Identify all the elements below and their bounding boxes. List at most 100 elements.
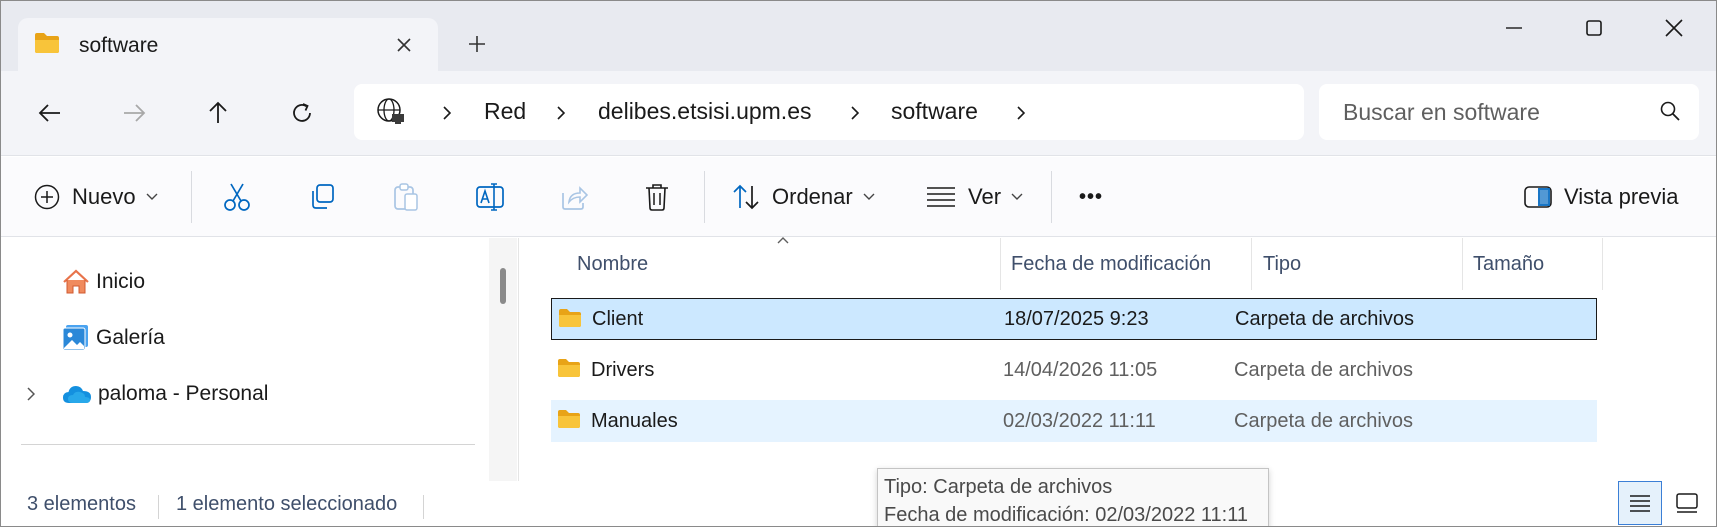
search-icon[interactable]	[1659, 100, 1681, 122]
file-name: Manuales	[591, 409, 678, 432]
refresh-button[interactable]	[280, 91, 324, 135]
home-icon	[62, 269, 90, 295]
command-bar: Nuevo Ordenar Ver ••• Vista previa	[1, 157, 1716, 237]
view-label: Ver	[968, 184, 1002, 209]
column-separator[interactable]	[1602, 238, 1603, 290]
breadcrumb-host[interactable]: delibes.etsisi.upm.es	[598, 98, 812, 125]
navigation-pane: Inicio Galería paloma - Personal	[1, 238, 518, 481]
minimize-button[interactable]	[1484, 7, 1544, 49]
file-type: Carpeta de archivos	[1234, 409, 1413, 432]
file-date: 02/03/2022 11:11	[1003, 409, 1156, 432]
sidebar-item-galeria[interactable]: Galería	[1, 316, 481, 360]
paste-button[interactable]	[392, 177, 420, 217]
sidebar-item-onedrive[interactable]: paloma - Personal	[1, 372, 481, 416]
table-row[interactable]: Client 18/07/2025 9:23 Carpeta de archiv…	[551, 298, 1597, 340]
file-date: 14/04/2026 11:05	[1003, 358, 1158, 381]
rename-button[interactable]	[475, 177, 505, 217]
breadcrumb-software[interactable]: software	[891, 98, 978, 125]
sidebar-item-inicio[interactable]: Inicio	[1, 260, 481, 304]
preview-pane-button[interactable]: Vista previa	[1524, 177, 1679, 217]
close-tab-icon[interactable]	[389, 30, 419, 60]
column-separator[interactable]	[1000, 238, 1001, 290]
network-icon	[376, 97, 406, 127]
folder-icon	[558, 308, 582, 328]
title-bar: software	[1, 1, 1716, 72]
forward-button[interactable]	[112, 91, 156, 135]
command-divider	[191, 171, 192, 223]
chevron-right-icon[interactable]	[846, 103, 864, 123]
status-divider	[158, 495, 159, 519]
column-header-size[interactable]: Tamaño	[1473, 238, 1544, 290]
chevron-right-icon[interactable]	[438, 103, 456, 123]
address-bar[interactable]: Red delibes.etsisi.upm.es software	[354, 84, 1304, 140]
file-name: Drivers	[591, 358, 655, 381]
more-label: •••	[1079, 185, 1104, 208]
navigation-bar: Red delibes.etsisi.upm.es software	[1, 71, 1716, 156]
folder-icon	[557, 358, 581, 378]
file-tooltip: Tipo: Carpeta de archivos Fecha de modif…	[877, 468, 1269, 526]
chevron-down-icon	[1011, 193, 1023, 201]
trash-icon	[644, 182, 670, 212]
gallery-icon	[62, 324, 90, 352]
column-header-date[interactable]: Fecha de modificación	[1011, 238, 1211, 290]
file-explorer-window: software Red delibes.etsisi.upm.es softw…	[0, 0, 1717, 527]
status-bar: 3 elementos 1 elemento seleccionado	[1, 481, 1716, 526]
details-view-button[interactable]	[1618, 481, 1662, 525]
sort-arrows-icon	[732, 184, 760, 210]
tiles-view-button[interactable]	[1665, 481, 1709, 525]
breadcrumb-red[interactable]: Red	[484, 98, 526, 125]
preview-label: Vista previa	[1564, 184, 1679, 209]
share-button[interactable]	[560, 177, 588, 217]
plus-circle-icon	[34, 184, 60, 210]
rename-icon	[475, 182, 505, 212]
new-tab-button[interactable]	[462, 29, 492, 59]
search-input[interactable]	[1343, 84, 1643, 140]
list-lines-icon	[926, 186, 956, 208]
file-list: Nombre Fecha de modificación Tipo Tamaño…	[519, 237, 1716, 481]
tooltip-type: Tipo: Carpeta de archivos	[884, 476, 1113, 498]
details-view-icon	[1629, 494, 1651, 512]
up-button[interactable]	[196, 91, 240, 135]
chevron-right-icon[interactable]	[27, 387, 35, 401]
column-header-name[interactable]: Nombre	[577, 238, 648, 290]
tooltip-date: Fecha de modificación: 02/03/2022 11:11	[884, 504, 1248, 526]
share-icon	[560, 183, 588, 211]
copy-icon	[308, 183, 336, 211]
nav-scrollbar-thumb[interactable]	[500, 268, 506, 304]
new-button[interactable]: Nuevo	[34, 177, 158, 217]
clipboard-icon	[392, 182, 420, 212]
copy-button[interactable]	[308, 177, 336, 217]
command-divider	[1051, 171, 1052, 223]
preview-pane-icon	[1524, 186, 1552, 208]
chevron-right-icon[interactable]	[1012, 103, 1030, 123]
file-type: Carpeta de archivos	[1235, 307, 1414, 330]
file-name: Client	[592, 307, 644, 330]
selection-count: 1 elemento seleccionado	[176, 493, 398, 515]
column-header-type[interactable]: Tipo	[1263, 238, 1301, 290]
nav-divider	[21, 444, 475, 445]
table-row[interactable]: Manuales 02/03/2022 11:11 Carpeta de arc…	[551, 400, 1597, 442]
chevron-down-icon	[146, 193, 158, 201]
more-options-button[interactable]: •••	[1079, 177, 1103, 217]
sidebar-item-label: Inicio	[96, 270, 146, 293]
back-button[interactable]	[28, 91, 72, 135]
onedrive-icon	[62, 384, 92, 404]
sort-label: Ordenar	[772, 184, 853, 209]
table-row[interactable]: Drivers 14/04/2026 11:05 Carpeta de arch…	[551, 349, 1597, 391]
search-box[interactable]	[1319, 84, 1699, 140]
column-separator[interactable]	[1251, 238, 1252, 290]
cut-button[interactable]	[223, 177, 251, 217]
maximize-button[interactable]	[1564, 7, 1624, 49]
command-divider	[704, 171, 705, 223]
view-button[interactable]: Ver	[926, 177, 1023, 217]
close-window-button[interactable]	[1644, 7, 1704, 49]
item-count: 3 elementos	[27, 493, 136, 515]
sidebar-item-label: Galería	[96, 326, 165, 349]
tab-software[interactable]: software	[18, 18, 438, 72]
delete-button[interactable]	[644, 177, 670, 217]
folder-icon	[34, 32, 60, 54]
sort-button[interactable]: Ordenar	[732, 177, 875, 217]
chevron-right-icon[interactable]	[552, 103, 570, 123]
tiles-view-icon	[1676, 493, 1698, 513]
column-separator[interactable]	[1462, 238, 1463, 290]
